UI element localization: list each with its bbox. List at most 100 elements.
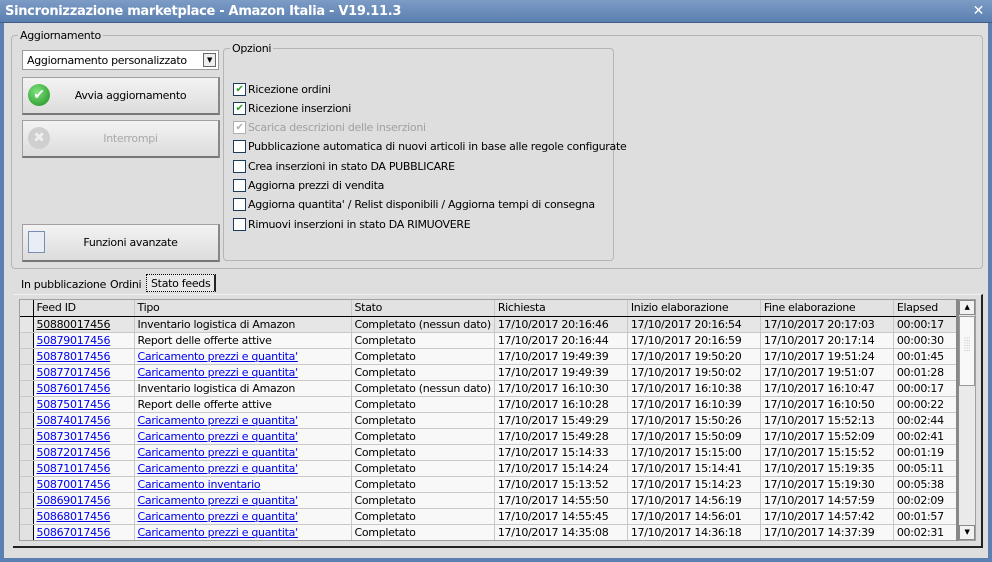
table-cell: 17/10/2017 15:49:29 — [494, 412, 628, 429]
table-cell: 17/10/2017 16:10:28 — [494, 396, 628, 413]
feed-id-link[interactable]: 50870017456 — [37, 478, 111, 491]
checkbox-icon[interactable]: ✔ — [233, 82, 246, 96]
option-checkbox[interactable]: Crea inserzioni in stato DA PUBBLICARE — [233, 158, 455, 174]
option-checkbox[interactable]: Rimuovi inserzioni in stato DA RIMUOVERE — [233, 216, 471, 232]
table-cell: 17/10/2017 15:50:26 — [627, 412, 761, 429]
tipo-link[interactable]: Caricamento prezzi e quantita' — [138, 510, 299, 523]
feed-id-link[interactable]: 50873017456 — [37, 430, 111, 443]
tipo-link[interactable]: Caricamento prezzi e quantita' — [138, 366, 299, 379]
vertical-scrollbar[interactable]: ▲::::::::: ▼ — [959, 300, 975, 540]
cell-feed-id: 50868017456 — [33, 508, 135, 525]
table-row[interactable]: 50876017456 Inventario logistica di Amazo… — [20, 380, 968, 397]
table-cell: Completato — [351, 476, 495, 493]
feed-id-link[interactable]: 50869017456 — [37, 494, 111, 507]
close-icon[interactable]: ✕ — [973, 0, 985, 23]
table-row[interactable]: 50878017456 Caricamento prezzi e quantita… — [20, 348, 968, 365]
column-header[interactable]: Inizio elaborazione — [627, 300, 761, 317]
scroll-up-icon[interactable]: ▲ — [959, 300, 975, 315]
table-row[interactable]: 50870017456 Caricamento inventario Complet… — [20, 476, 968, 493]
checkbox-icon[interactable] — [233, 217, 246, 231]
column-header[interactable]: Stato — [351, 300, 495, 317]
table-cell: 17/10/2017 15:15:52 — [760, 444, 894, 461]
table-cell: Completato — [351, 428, 495, 445]
table-cell: 17/10/2017 16:10:47 — [760, 380, 894, 397]
column-header[interactable]: Tipo — [134, 300, 352, 317]
checkbox-icon[interactable] — [233, 179, 246, 192]
cell-feed-id: 50877017456 — [33, 364, 135, 381]
option-checkbox[interactable]: ✔ Scarica descrizioni delle inserzioni — [233, 120, 426, 136]
table-cell: 17/10/2017 14:57:59 — [760, 492, 894, 509]
table-cell: Completato (nessun dato) — [351, 380, 495, 397]
tipo-link[interactable]: Caricamento prezzi e quantita' — [138, 526, 299, 539]
table-row[interactable]: 50874017456 Caricamento prezzi e quantita… — [20, 412, 968, 429]
row-indicator — [20, 476, 34, 493]
checkbox-icon[interactable] — [233, 140, 246, 154]
cell-feed-id: 50880017456 — [33, 316, 135, 333]
tab-ordini[interactable]: Ordini — [106, 276, 145, 294]
table-row[interactable]: 50872017456 Caricamento prezzi e quantita… — [20, 444, 968, 461]
tipo-link[interactable]: Caricamento inventario — [138, 478, 261, 491]
table-cell: 17/10/2017 20:16:46 — [494, 316, 628, 333]
checkbox-icon[interactable]: ✔ — [233, 101, 246, 115]
option-label: Crea inserzioni in stato DA PUBBLICARE — [248, 159, 455, 173]
cell-feed-id: 50872017456 — [33, 444, 135, 461]
feed-id-link[interactable]: 50880017456 — [37, 318, 111, 331]
feed-id-link[interactable]: 50875017456 — [37, 398, 111, 411]
advanced-functions-button[interactable]: Funzioni avanzate — [22, 224, 220, 262]
table-row[interactable]: 50873017456 Caricamento prezzi e quantita… — [20, 428, 968, 445]
feed-id-link[interactable]: 50879017456 — [37, 334, 111, 347]
tipo-link[interactable]: Caricamento prezzi e quantita' — [138, 430, 299, 443]
checkbox-icon[interactable] — [233, 159, 246, 173]
table-cell: 17/10/2017 14:56:01 — [627, 508, 761, 525]
update-mode-select[interactable]: Aggiornamento personalizzato ▼ — [22, 50, 219, 70]
feed-id-link[interactable]: 50878017456 — [37, 350, 111, 363]
feed-id-link[interactable]: 50876017456 — [37, 382, 111, 395]
column-header[interactable]: Feed ID — [33, 300, 135, 317]
table-row[interactable]: 50877017456 Caricamento prezzi e quantita… — [20, 364, 968, 381]
tipo-link[interactable]: Caricamento prezzi e quantita' — [138, 350, 299, 363]
table-cell: 17/10/2017 15:49:28 — [494, 428, 628, 445]
tipo-link[interactable]: Caricamento prezzi e quantita' — [138, 414, 299, 427]
option-checkbox[interactable]: ✔ Ricezione inserzioni — [233, 100, 351, 116]
options-group-label: Opzioni — [232, 42, 272, 55]
table-row[interactable]: 50868017456 Caricamento prezzi e quantita… — [20, 508, 968, 525]
feed-id-link[interactable]: 50871017456 — [37, 462, 111, 475]
table-cell: Completato — [351, 396, 495, 413]
tipo-link[interactable]: Caricamento prezzi e quantita' — [138, 462, 299, 475]
table-row[interactable]: 50880017456 Inventario logistica di Amazo… — [20, 316, 968, 333]
column-header[interactable]: Richiesta — [494, 300, 628, 317]
column-header[interactable]: Fine elaborazione — [760, 300, 894, 317]
feed-id-link[interactable]: 50867017456 — [37, 526, 111, 539]
chevron-down-icon[interactable]: ▼ — [203, 53, 216, 67]
option-checkbox[interactable]: Aggiorna quantita' / Relist disponibili … — [233, 197, 595, 213]
stop-button[interactable]: ✖ Interrompi — [22, 120, 220, 158]
table-row[interactable]: 50871017456 Caricamento prezzi e quantita… — [20, 460, 968, 477]
option-checkbox[interactable]: Aggiorna prezzi di vendita — [233, 178, 384, 194]
table-cell: 17/10/2017 15:19:35 — [760, 460, 894, 477]
document-gear-icon — [28, 231, 45, 253]
option-checkbox[interactable]: ✔ Ricezione ordini — [233, 81, 331, 97]
tab-in-pubblicazione[interactable]: In pubblicazione — [17, 276, 110, 294]
table-cell: 17/10/2017 20:17:14 — [760, 332, 894, 349]
checkbox-icon[interactable] — [233, 198, 246, 212]
start-update-button[interactable]: ✔ Avvia aggiornamento — [22, 77, 220, 115]
tipo-link[interactable]: Caricamento prezzi e quantita' — [138, 494, 299, 507]
update-group-label: Aggiornamento — [20, 29, 101, 42]
scroll-down-icon[interactable]: ▼ — [959, 525, 975, 540]
table-row[interactable]: 50875017456 Report delle offerte attive Co… — [20, 396, 968, 413]
table-row[interactable]: 50867017456 Caricamento prezzi e quantita… — [20, 524, 968, 540]
scrollbar-thumb[interactable]: ::::::::: — [959, 316, 975, 386]
tipo-link[interactable]: Caricamento prezzi e quantita' — [138, 446, 299, 459]
option-checkbox[interactable]: Pubblicazione automatica di nuovi artico… — [233, 139, 627, 155]
feed-id-link[interactable]: 50872017456 — [37, 446, 111, 459]
checkbox-icon[interactable]: ✔ — [233, 121, 246, 135]
feed-id-link[interactable]: 50868017456 — [37, 510, 111, 523]
table-cell: 17/10/2017 16:10:30 — [494, 380, 628, 397]
feed-id-link[interactable]: 50877017456 — [37, 366, 111, 379]
table-row[interactable]: 50879017456 Report delle offerte attive Co… — [20, 332, 968, 349]
tab-stato-feeds[interactable]: Stato feeds — [146, 274, 217, 292]
table-row[interactable]: 50869017456 Caricamento prezzi e quantita… — [20, 492, 968, 509]
feed-id-link[interactable]: 50874017456 — [37, 414, 111, 427]
table-cell: 17/10/2017 15:14:33 — [494, 444, 628, 461]
check-icon: ✔ — [28, 84, 50, 106]
